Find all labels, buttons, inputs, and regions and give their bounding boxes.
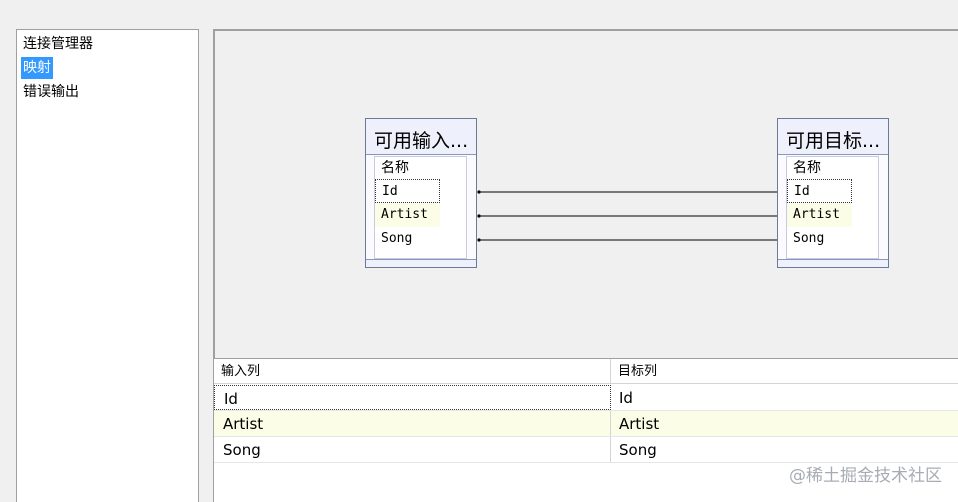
grid-header-input-column[interactable]: 输入列: [214, 359, 611, 383]
grid-cell-destination[interactable]: Id: [611, 385, 958, 410]
mapping-line-song[interactable]: [477, 237, 781, 243]
grid-cell-input[interactable]: Song: [214, 437, 611, 462]
sidebar-nav: 连接管理器 映射 错误输出: [16, 29, 199, 502]
grid-cell-input[interactable]: Artist: [214, 411, 611, 436]
watermark: @稀土掘金技术社区: [789, 466, 942, 486]
grid-row[interactable]: Id Id: [214, 385, 958, 411]
source-column-song[interactable]: Song: [375, 227, 440, 251]
source-column-id[interactable]: Id: [375, 179, 440, 203]
mapping-diagram-canvas[interactable]: 可用输入... 名称 Id Artist Song 可用目标... 名称 Id …: [213, 29, 958, 358]
target-column-id[interactable]: Id: [787, 179, 852, 203]
source-column-artist[interactable]: Artist: [375, 203, 440, 227]
target-table-title: 可用目标...: [778, 119, 888, 155]
source-columns-table[interactable]: 可用输入... 名称 Id Artist Song: [365, 118, 477, 268]
target-column-list: 名称 Id Artist Song: [786, 156, 879, 259]
target-column-song[interactable]: Song: [787, 227, 852, 251]
grid-cell-destination[interactable]: Song: [611, 437, 958, 462]
grid-row[interactable]: Song Song: [214, 437, 958, 463]
target-column-artist[interactable]: Artist: [787, 203, 852, 227]
nav-item-mappings[interactable]: 映射: [21, 57, 53, 79]
source-column-header: 名称: [381, 160, 409, 176]
grid-cell-destination[interactable]: Artist: [611, 411, 958, 436]
source-column-list: 名称 Id Artist Song: [374, 156, 467, 259]
grid-header-destination-column[interactable]: 目标列: [611, 359, 958, 383]
mapping-line-artist[interactable]: [477, 213, 781, 219]
nav-item-error-output[interactable]: 错误输出: [21, 81, 81, 103]
target-table-footer: [778, 259, 888, 267]
nav-item-connection-manager[interactable]: 连接管理器: [21, 33, 95, 55]
target-column-header: 名称: [793, 160, 821, 176]
grid-header: 输入列 目标列: [214, 359, 958, 384]
grid-row[interactable]: Artist Artist: [214, 411, 958, 437]
source-table-title: 可用输入...: [366, 119, 476, 155]
source-table-footer: [366, 259, 476, 267]
target-columns-table[interactable]: 可用目标... 名称 Id Artist Song: [777, 118, 889, 268]
mapping-line-id[interactable]: [477, 189, 781, 195]
grid-cell-input[interactable]: Id: [214, 385, 611, 410]
